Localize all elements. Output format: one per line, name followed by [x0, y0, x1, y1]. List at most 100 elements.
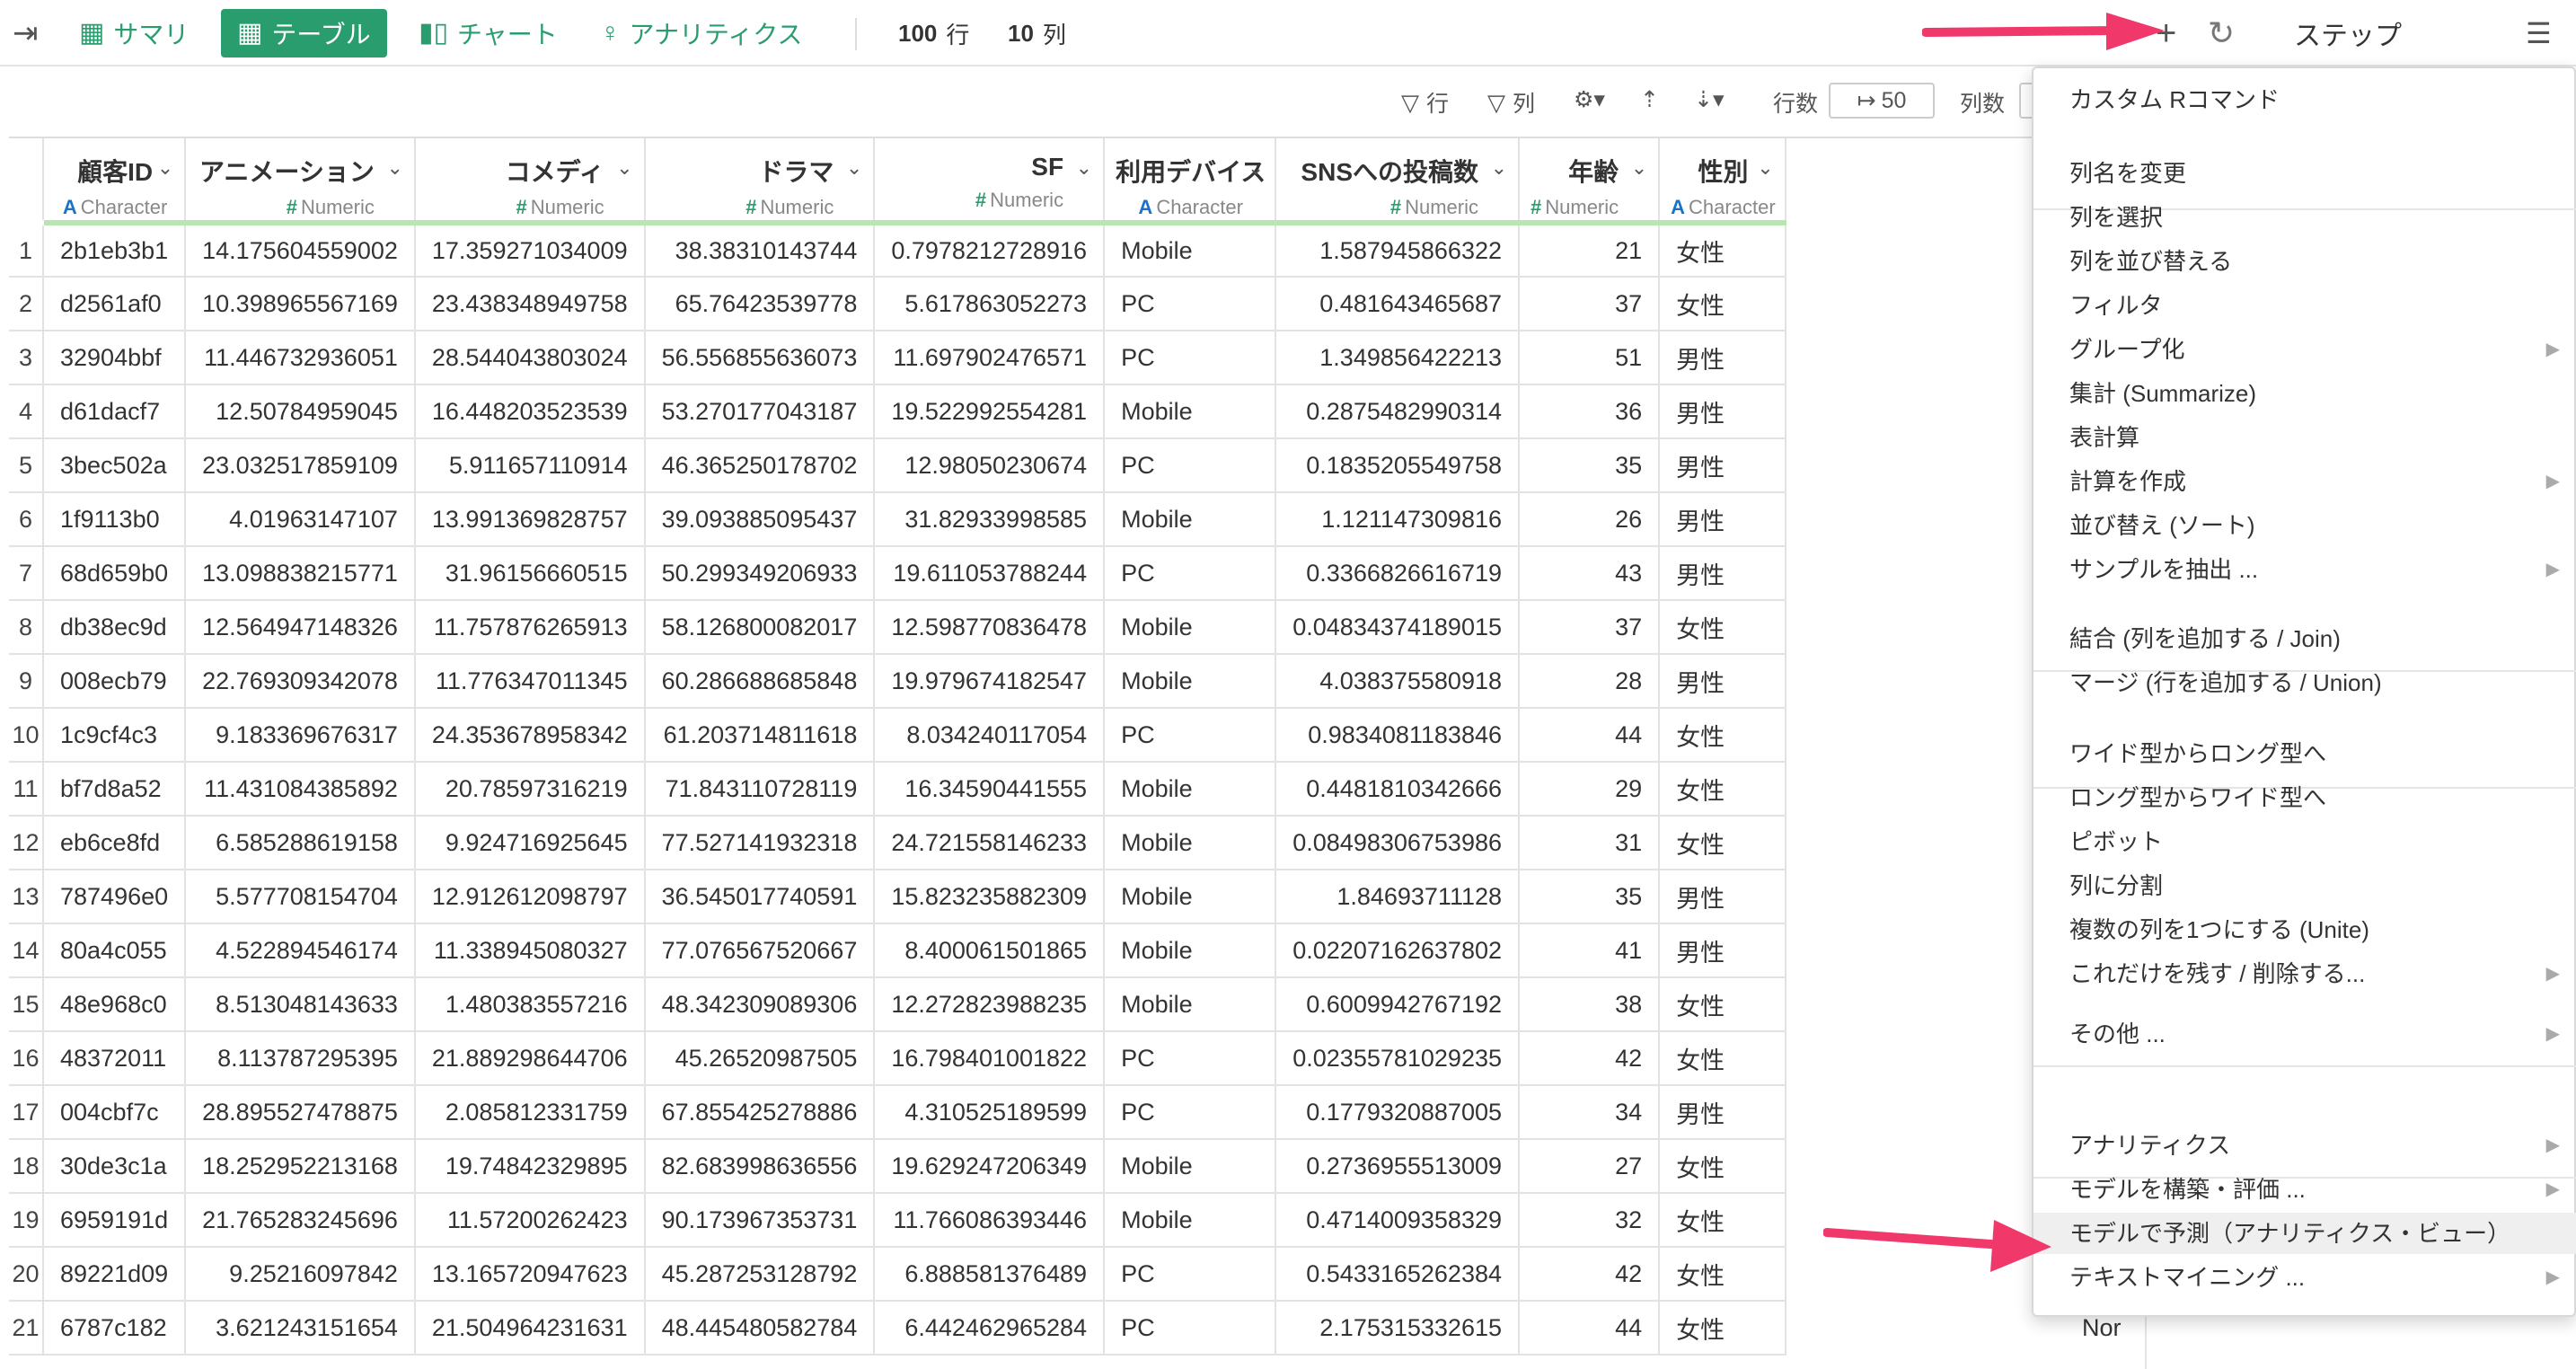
table-cell: 15.823235882309: [874, 870, 1106, 924]
chevron-down-icon[interactable]: ⌄: [1076, 156, 1092, 180]
column-header[interactable]: ドラマ # Numeric ⌄: [644, 138, 876, 225]
menu-item[interactable]: アナリティクス ▶: [2033, 1125, 2576, 1166]
column-count: 10 列: [1008, 9, 1066, 57]
menu-item[interactable]: テキストマイニング ... ▶: [2033, 1257, 2576, 1298]
refresh-icon[interactable]: ↻: [2208, 9, 2235, 57]
menu-item[interactable]: フィルタ: [2033, 285, 2576, 326]
collapse-panel-icon[interactable]: ⇥: [13, 9, 39, 57]
menu-item[interactable]: 列に分割: [2033, 865, 2576, 906]
table-cell: 48.342309089306: [644, 977, 876, 1032]
menu-item[interactable]: カスタム Rコマンド: [2033, 79, 2576, 120]
column-header[interactable]: 顧客ID A Character ⌄: [43, 138, 187, 225]
sliders-icon[interactable]: ☰: [2526, 9, 2552, 57]
table-cell: 2b1eb3b1: [43, 223, 187, 278]
row-count-unit: 行: [946, 21, 970, 49]
column-count-unit: 列: [1042, 21, 1066, 49]
menu-item[interactable]: ワイド型からロング型へ: [2033, 733, 2576, 774]
menu-item-label: その他 ...: [2069, 1020, 2166, 1047]
menu-item[interactable]: 列を並び替える: [2033, 241, 2576, 282]
tab-chart[interactable]: ▮▯ チャート: [419, 9, 558, 57]
table-toolbar: ▽ 行 ▽ 列 ⚙▾ ⇡ ⇣▾ 行数 ↦ 50 列数: [0, 79, 2145, 128]
menu-item[interactable]: サンプルを抽出 ... ▶: [2033, 549, 2576, 590]
menu-item[interactable]: 列を選択: [2033, 197, 2576, 238]
upload-icon[interactable]: ⇡: [1640, 86, 1659, 113]
column-type-text: Numeric: [1405, 196, 1478, 218]
menu-item[interactable]: 複数の列を1つにする (Unite): [2033, 909, 2576, 950]
menu-item[interactable]: 並び替え (ソート): [2033, 505, 2576, 546]
column-header[interactable]: 利用デバイス A Character ⌄: [1104, 138, 1277, 225]
column-header[interactable]: アニメーション # Numeric ⌄: [185, 138, 416, 225]
table-cell: PC: [1104, 1301, 1277, 1356]
chevron-down-icon[interactable]: ⌄: [1757, 156, 1773, 180]
column-header[interactable]: SF # Numeric ⌄: [874, 138, 1106, 225]
column-header[interactable]: 性別 A Character ⌄: [1659, 138, 1786, 225]
numeric-type-icon: #: [286, 196, 297, 218]
table-cell: d2561af0: [43, 277, 187, 331]
column-type-label: # Numeric: [657, 196, 865, 219]
table-cell: Mobile: [1104, 870, 1277, 924]
column-header[interactable]: 年齢 # Numeric ⌄: [1519, 138, 1661, 225]
column-type-label: A Character: [1116, 196, 1266, 219]
table-cell: 男性: [1659, 492, 1786, 547]
table-cell: 82.683998636556: [644, 1139, 876, 1194]
table-cell: 6.888581376489: [874, 1247, 1106, 1302]
table-cell: 0.1835205549758: [1275, 438, 1520, 493]
column-header[interactable]: コメディ # Numeric ⌄: [414, 138, 646, 225]
tab-analytics[interactable]: ♀ アナリティクス: [600, 9, 802, 57]
character-type-icon: A: [1671, 196, 1686, 218]
menu-item[interactable]: 結合 (列を追加する / Join): [2033, 618, 2576, 659]
table-cell: PC: [1104, 1247, 1277, 1302]
filter-rows-label: 行: [1426, 92, 1450, 117]
chevron-down-icon[interactable]: ⌄: [157, 156, 173, 180]
menu-item[interactable]: 集計 (Summarize): [2033, 373, 2576, 414]
table-cell: 22.769309342078: [185, 654, 416, 709]
table-cell: 41: [1519, 923, 1661, 978]
tab-table[interactable]: ▦ テーブル: [221, 9, 387, 57]
chevron-down-icon[interactable]: ⌄: [386, 156, 402, 180]
row-count-value: 100: [898, 19, 938, 47]
chevron-down-icon[interactable]: ⌄: [1491, 156, 1507, 180]
filter-rows-button[interactable]: ▽ 行: [1401, 86, 1449, 119]
tab-summary[interactable]: ▦ サマリ: [79, 9, 189, 57]
menu-item[interactable]: グループ化 ▶: [2033, 329, 2576, 370]
table-cell: 89221d09: [43, 1247, 187, 1302]
table-cell: 787496e0: [43, 870, 187, 924]
menu-item[interactable]: モデルを構築・評価 ... ▶: [2033, 1169, 2576, 1210]
table-cell: 6959191d: [43, 1193, 187, 1248]
filter-columns-button[interactable]: ▽ 列: [1487, 86, 1535, 119]
download-icon[interactable]: ⇣▾: [1694, 86, 1725, 113]
menu-item[interactable]: ロング型からワイド型へ: [2033, 777, 2576, 818]
column-count-value: 10: [1008, 19, 1034, 47]
menu-item[interactable]: ピボット: [2033, 821, 2576, 862]
menu-item[interactable]: マージ (行を追加する / Union): [2033, 662, 2576, 703]
table-cell: 男性: [1659, 1085, 1786, 1140]
table-cell: 48.445480582784: [644, 1301, 876, 1356]
table-cell: 19.611053788244: [874, 546, 1106, 601]
add-step-button[interactable]: +: [2156, 9, 2176, 57]
menu-item[interactable]: 計算を作成 ▶: [2033, 461, 2576, 502]
row-limit-value: 50: [1881, 87, 1907, 113]
table-cell: 80a4c055: [43, 923, 187, 978]
table-cell: 31.96156660515: [414, 546, 646, 601]
menu-item[interactable]: 表計算: [2033, 417, 2576, 458]
column-type-text: Numeric: [300, 196, 375, 218]
chevron-right-icon: ▶: [2545, 1179, 2560, 1199]
table-cell: 女性: [1659, 1193, 1786, 1248]
table-cell: 女性: [1659, 977, 1786, 1032]
table-cell: 61.203714811618: [644, 708, 876, 763]
menu-item[interactable]: モデルで予測（アナリティクス・ビュー）: [2033, 1213, 2576, 1254]
menu-divider: [2033, 1065, 2576, 1067]
table-cell: 68d659b0: [43, 546, 187, 601]
chevron-down-icon[interactable]: ⌄: [1248, 156, 1264, 180]
column-header[interactable]: SNSへの投稿数 # Numeric ⌄: [1275, 138, 1520, 225]
menu-item[interactable]: 列名を変更: [2033, 153, 2576, 194]
menu-item[interactable]: その他 ... ▶: [2033, 1013, 2576, 1055]
chevron-right-icon: ▶: [2545, 1267, 2560, 1287]
chevron-down-icon[interactable]: ⌄: [846, 156, 862, 180]
table-row: 13 787496e0 5.577708154704 12.912612098797 3…: [9, 870, 1786, 924]
chevron-down-icon[interactable]: ⌄: [1631, 156, 1647, 180]
menu-item[interactable]: これだけを残す / 削除する... ▶: [2033, 953, 2576, 994]
gear-icon[interactable]: ⚙▾: [1574, 86, 1605, 113]
chevron-down-icon[interactable]: ⌄: [616, 156, 632, 180]
row-limit-input[interactable]: ↦ 50: [1829, 83, 1935, 119]
